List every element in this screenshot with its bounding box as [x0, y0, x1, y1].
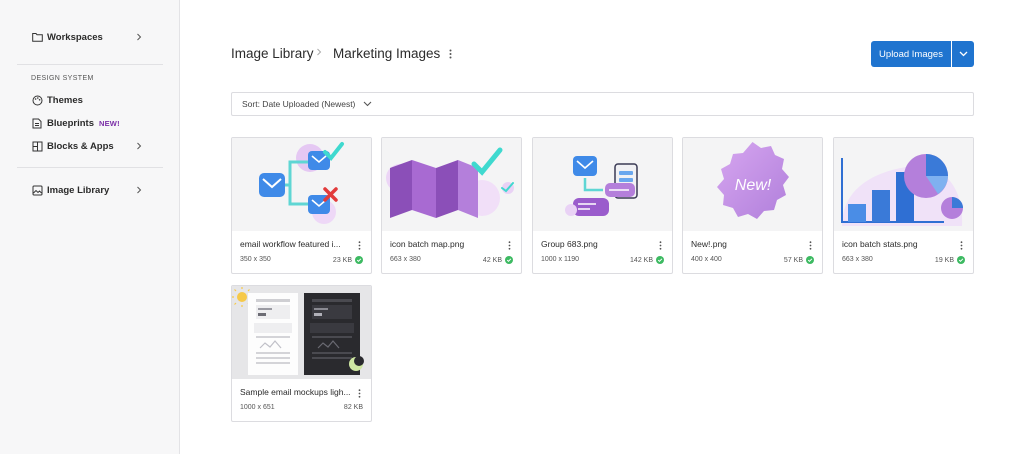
image-name: Sample email mockups ligh...: [240, 387, 351, 397]
sidebar-item-label: Blueprints: [47, 117, 94, 129]
chevron-right-icon: [134, 141, 144, 151]
chevron-right-icon: [134, 185, 144, 195]
sidebar-item-label: Blocks & Apps: [47, 140, 114, 152]
image-card[interactable]: Group 683.png 1000 x 1190 142 KB: [532, 137, 673, 274]
sidebar-divider: [17, 167, 163, 168]
breadcrumb-separator-icon: [316, 48, 322, 59]
more-options-icon[interactable]: [806, 239, 814, 251]
chevron-right-icon: [134, 32, 144, 42]
image-size: 42 KB: [483, 256, 513, 264]
more-options-icon[interactable]: [445, 47, 455, 61]
sidebar-item-themes[interactable]: Themes: [31, 91, 156, 109]
image-size: 142 KB: [630, 256, 664, 264]
image-card[interactable]: Sample email mockups ligh... 1000 x 651 …: [231, 285, 372, 422]
palette-icon: [31, 94, 43, 106]
sidebar-item-label: Workspaces: [47, 31, 103, 43]
image-size-label: 142 KB: [630, 256, 653, 264]
image-card[interactable]: New! New!.png 400 x 400 57 KB: [682, 137, 823, 274]
sidebar-item-workspaces[interactable]: Workspaces: [31, 28, 156, 46]
blocks-icon: [31, 140, 43, 152]
image-dimensions: 1000 x 1190: [541, 256, 580, 263]
check-circle-icon: [656, 256, 664, 264]
check-circle-icon: [355, 256, 363, 264]
image-thumbnail-stats: [834, 138, 973, 231]
image-dimensions: 663 x 380: [842, 256, 873, 263]
more-options-icon[interactable]: [957, 239, 965, 251]
image-card[interactable]: icon batch map.png 663 x 380 42 KB: [381, 137, 522, 274]
image-dimensions: 350 x 350: [240, 256, 271, 263]
check-circle-icon: [505, 256, 513, 264]
image-thumbnail-map: [382, 138, 521, 231]
image-card[interactable]: email workflow featured i... 350 x 350 2…: [231, 137, 372, 274]
image-thumbnail-mockups: [232, 286, 371, 379]
image-size-label: 23 KB: [332, 256, 352, 264]
check-circle-icon: [957, 256, 965, 264]
image-name: New!.png: [691, 239, 727, 249]
sidebar-section-label: DESIGN SYSTEM: [31, 75, 94, 82]
image-size-label: 82 KB: [343, 404, 363, 411]
folder-icon: [31, 31, 43, 43]
sidebar-divider: [17, 64, 163, 65]
image-dimensions: 663 x 380: [390, 256, 421, 263]
sort-label: Sort: Date Uploaded (Newest): [242, 99, 356, 109]
sidebar-item-label: Themes: [47, 94, 83, 106]
chevron-down-icon: [363, 101, 372, 107]
breadcrumb-root[interactable]: Image Library: [231, 46, 314, 61]
blueprint-icon: [31, 117, 43, 129]
sidebar: Workspaces DESIGN SYSTEM Themes Blueprin…: [0, 0, 180, 454]
check-circle-icon: [806, 256, 814, 264]
image-size: 82 KB: [344, 404, 363, 411]
image-size: 19 KB: [935, 256, 965, 264]
more-options-icon[interactable]: [505, 239, 513, 251]
image-dimensions: 400 x 400: [691, 256, 722, 263]
image-thumbnail-email-workflow: [232, 138, 371, 231]
new-badge: NEW!: [98, 118, 120, 128]
more-options-icon[interactable]: [355, 387, 363, 399]
new-badge-text: New!: [735, 177, 772, 194]
chevron-down-icon: [959, 51, 968, 57]
page-title: Marketing Images: [333, 46, 441, 61]
sidebar-item-blueprints[interactable]: Blueprints NEW!: [31, 114, 156, 132]
image-name: icon batch map.png: [390, 239, 465, 249]
sidebar-item-label: Image Library: [47, 184, 110, 196]
image-dimensions: 1000 x 651: [240, 404, 275, 411]
image-icon: [31, 184, 43, 196]
image-size-label: 42 KB: [482, 256, 502, 264]
image-size: 57 KB: [784, 256, 814, 264]
image-size: 23 KB: [333, 256, 363, 264]
more-options-icon[interactable]: [355, 239, 363, 251]
image-thumbnail-group: [533, 138, 672, 231]
image-name: icon batch stats.png: [842, 239, 918, 249]
sidebar-item-image-library[interactable]: Image Library: [31, 181, 156, 199]
sort-dropdown[interactable]: Sort: Date Uploaded (Newest): [231, 92, 974, 116]
image-name: email workflow featured i...: [240, 239, 341, 249]
more-options-icon[interactable]: [656, 239, 664, 251]
sidebar-item-blocks-apps[interactable]: Blocks & Apps: [31, 137, 156, 155]
image-name: Group 683.png: [541, 239, 598, 249]
upload-dropdown-button[interactable]: [952, 41, 974, 67]
image-size-label: 57 KB: [783, 256, 803, 264]
image-card[interactable]: icon batch stats.png 663 x 380 19 KB: [833, 137, 974, 274]
image-size-label: 19 KB: [934, 256, 954, 264]
upload-images-button[interactable]: Upload Images: [871, 41, 951, 67]
image-thumbnail-new-badge: New!: [683, 138, 822, 231]
